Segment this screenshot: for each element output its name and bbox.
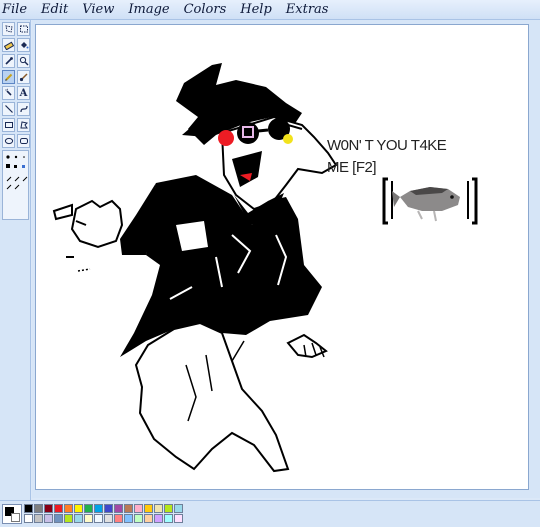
color-swatch[interactable] [34,514,43,523]
color-swatch[interactable] [174,514,183,523]
tool-options[interactable] [2,150,29,220]
rectangle-icon[interactable] [2,118,15,132]
character-drawing [52,63,338,473]
color-swatch[interactable] [164,504,173,513]
eraser-icon[interactable] [2,38,15,52]
color-picker-icon[interactable] [2,54,15,68]
current-colors[interactable] [2,504,22,524]
rounded-rect-icon[interactable] [17,134,30,148]
ellipse-icon[interactable] [2,134,15,148]
color-swatch[interactable] [74,514,83,523]
color-swatch[interactable] [134,504,143,513]
tool-grid: A [2,22,30,148]
background-color[interactable] [11,513,20,522]
color-swatch[interactable] [114,504,123,513]
menu-help[interactable]: Help [240,1,272,19]
color-swatch[interactable] [54,514,63,523]
magnifier-icon[interactable] [17,54,30,68]
color-swatch[interactable] [134,514,143,523]
menu-colors[interactable]: Colors [184,1,227,19]
color-swatch[interactable] [44,514,53,523]
swatch-grid [24,504,183,523]
fish-image [382,177,478,225]
menu-bar: File Edit View Image Colors Help Extras [0,0,540,20]
caption-line-1: W0N' T YOU T4KE [327,137,447,154]
color-swatch[interactable] [104,504,113,513]
color-swatch[interactable] [94,514,103,523]
pencil-icon[interactable] [2,70,15,84]
toolbox: A [0,20,31,500]
menu-edit[interactable]: Edit [41,1,68,19]
color-swatch[interactable] [84,504,93,513]
color-swatch[interactable] [124,504,133,513]
menu-file[interactable]: File [2,1,27,19]
color-swatch[interactable] [64,504,73,513]
canvas-area: W0N' T YOU T4KE ME [F2] [32,20,540,498]
airbrush-icon[interactable] [2,86,15,100]
menu-image[interactable]: Image [128,1,169,19]
color-swatch[interactable] [164,514,173,523]
color-swatch[interactable] [24,504,33,513]
free-select-icon[interactable] [2,22,15,36]
color-swatch[interactable] [144,504,153,513]
curve-icon[interactable] [17,102,30,116]
color-swatch[interactable] [94,504,103,513]
color-swatch[interactable] [114,514,123,523]
color-swatch[interactable] [154,514,163,523]
menu-extras[interactable]: Extras [286,1,329,19]
text-icon[interactable]: A [17,86,30,100]
color-swatch[interactable] [74,504,83,513]
color-swatch[interactable] [24,514,33,523]
color-swatch[interactable] [84,514,93,523]
color-swatch[interactable] [174,504,183,513]
color-palette [0,500,540,527]
color-swatch[interactable] [64,514,73,523]
rect-select-icon[interactable] [17,22,30,36]
color-swatch[interactable] [54,504,63,513]
line-icon[interactable] [2,102,15,116]
color-swatch[interactable] [144,514,153,523]
color-swatch[interactable] [44,504,53,513]
color-swatch[interactable] [124,514,133,523]
menu-view[interactable]: View [82,1,114,19]
color-swatch[interactable] [104,514,113,523]
color-swatch[interactable] [34,504,43,513]
color-swatch[interactable] [154,504,163,513]
drawing-canvas[interactable]: W0N' T YOU T4KE ME [F2] [35,24,529,490]
polygon-icon[interactable] [17,118,30,132]
brush-icon[interactable] [17,70,30,84]
fill-bucket-icon[interactable] [17,38,30,52]
